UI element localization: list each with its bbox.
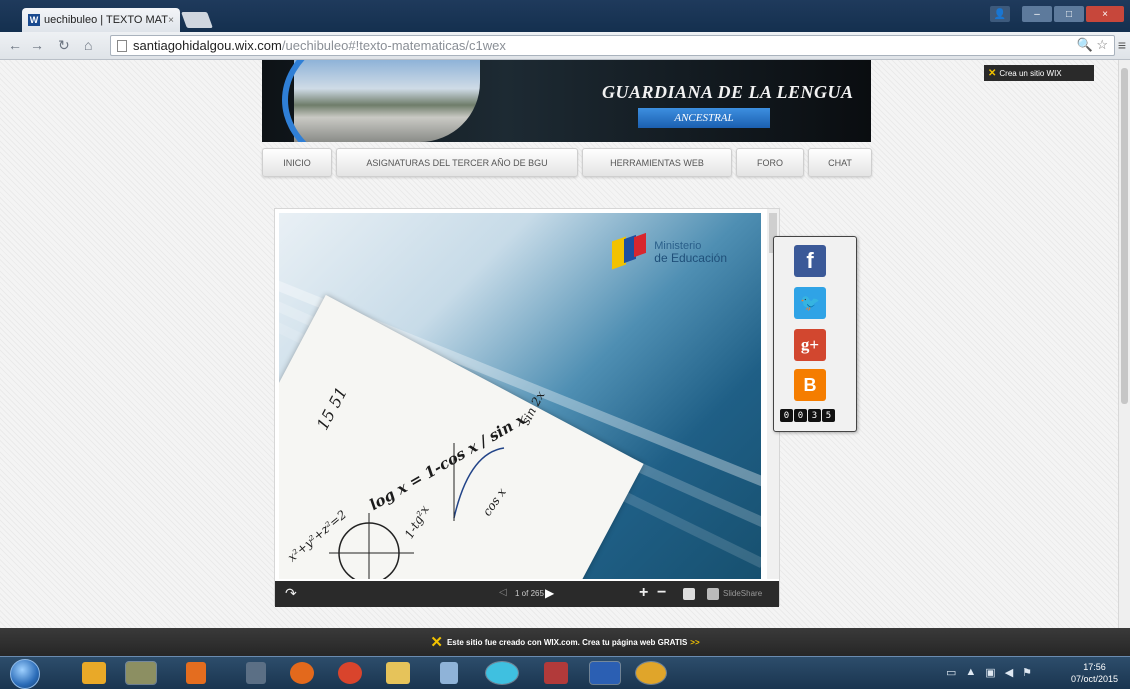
slideshare-controls: ↷ ◁ 1 of 265 ▶ + − SlideShare bbox=[275, 581, 779, 607]
page-viewport: ✕ Crea un sitio WIX GUARDIANA DE LA LENG… bbox=[0, 60, 1130, 656]
ecuador-flag-icon bbox=[612, 232, 648, 270]
counter-digit: 0 bbox=[780, 409, 793, 422]
tray-network-icon[interactable]: ▣ bbox=[985, 666, 995, 679]
wix-favicon-icon: W bbox=[28, 14, 40, 26]
browser-tab[interactable]: W uechibuleo | TEXTO MAT × bbox=[22, 8, 180, 32]
back-arrow-icon[interactable]: ← bbox=[8, 37, 22, 53]
tray-keyboard-icon[interactable]: ▭ bbox=[946, 666, 956, 679]
counter-digit: 3 bbox=[808, 409, 821, 422]
googleplus-share-icon[interactable]: g+ bbox=[794, 329, 826, 361]
logo-line-2: de Educación bbox=[654, 250, 727, 265]
wix-x-icon: ✕ bbox=[988, 67, 997, 79]
start-button-icon[interactable] bbox=[10, 659, 40, 689]
search-icon[interactable]: 🔍 bbox=[1077, 37, 1093, 52]
fullscreen-icon[interactable] bbox=[683, 588, 695, 600]
zoom-out-icon[interactable]: − bbox=[657, 584, 666, 602]
tray-volume-icon[interactable]: ◀ bbox=[1005, 666, 1013, 679]
next-slide-icon[interactable]: ▶ bbox=[545, 586, 554, 600]
nav-item-chat[interactable]: CHAT bbox=[808, 148, 872, 177]
banner-arc-decoration bbox=[282, 60, 502, 142]
browser-menu-icon[interactable]: ≡ bbox=[1118, 37, 1126, 53]
wix-create-site-badge[interactable]: ✕ Crea un sitio WIX bbox=[984, 65, 1094, 81]
clock-date: 07/oct/2015 bbox=[1070, 674, 1118, 684]
nav-item-herramientas-web[interactable]: HERRAMIENTAS WEB bbox=[582, 148, 732, 177]
network-app-icon[interactable] bbox=[246, 662, 266, 684]
app-icon[interactable] bbox=[440, 662, 458, 684]
counter-digit: 5 bbox=[822, 409, 835, 422]
wix-footer-text: Este sitio fue creado con WIX.com. Crea … bbox=[446, 637, 688, 647]
new-tab-button[interactable] bbox=[181, 12, 213, 28]
slideshare-brand[interactable]: SlideShare bbox=[723, 589, 762, 598]
twitter-share-icon[interactable]: 🐦 bbox=[794, 287, 826, 319]
firefox-icon[interactable] bbox=[290, 662, 314, 684]
chrome-icon[interactable] bbox=[338, 662, 362, 684]
explorer-app-icon[interactable] bbox=[125, 661, 157, 685]
wix-footer-bar[interactable]: ✕ Este sitio fue creado con WIX.com. Cre… bbox=[0, 628, 1130, 656]
pdf-app-icon[interactable] bbox=[544, 662, 568, 684]
tab-title: uechibuleo | TEXTO MAT bbox=[44, 14, 168, 26]
nav-item-inicio[interactable]: INICIO bbox=[262, 148, 332, 177]
nav-item-foro[interactable]: FORO bbox=[736, 148, 804, 177]
ministerio-logo: Ministerio de Educación bbox=[612, 232, 727, 270]
unit-circle-sketch bbox=[329, 513, 414, 579]
tray-flag-icon[interactable]: ⚑ bbox=[1022, 666, 1032, 679]
files-app-icon[interactable] bbox=[386, 662, 410, 684]
browser-titlebar: W uechibuleo | TEXTO MAT × 👤 – □ × bbox=[0, 0, 1130, 32]
clock-time: 17:56 bbox=[1083, 662, 1106, 672]
page-icon bbox=[117, 39, 127, 52]
presentation-slide: 15 51 log x = 1-cos x / sin x sin 2x cos… bbox=[279, 213, 761, 579]
media-app-icon[interactable] bbox=[186, 662, 206, 684]
facebook-share-icon[interactable]: f bbox=[794, 245, 826, 277]
banner-title: GUARDIANA DE LA LENGUA bbox=[602, 82, 854, 102]
site-banner: GUARDIANA DE LA LENGUA ANCESTRAL bbox=[262, 60, 871, 142]
forward-arrow-icon[interactable]: → bbox=[30, 37, 44, 53]
reload-icon[interactable]: ↻ bbox=[58, 37, 70, 54]
url-path: /uechibuleo#!texto-matematicas/c1wex bbox=[281, 38, 506, 53]
zoom-in-icon[interactable]: + bbox=[639, 584, 648, 602]
address-bar[interactable]: santiagohidalgou.wix.com /uechibuleo#!te… bbox=[110, 35, 1115, 56]
tab-close-icon[interactable]: × bbox=[168, 15, 174, 26]
wix-x-icon: ✕ bbox=[430, 634, 443, 651]
share-counter: 0 0 3 5 bbox=[780, 409, 835, 422]
wix-badge-label: Crea un sitio WIX bbox=[999, 68, 1062, 78]
word-icon[interactable] bbox=[589, 661, 621, 685]
folder-app-icon[interactable] bbox=[82, 662, 106, 684]
page-scrollbar[interactable] bbox=[1118, 60, 1130, 628]
counter-digit: 0 bbox=[794, 409, 807, 422]
wix-footer-arrows: >> bbox=[690, 637, 700, 647]
slideshare-logo-icon[interactable] bbox=[707, 588, 719, 600]
skype-icon[interactable] bbox=[485, 661, 519, 685]
chrome-active-icon[interactable] bbox=[635, 661, 667, 685]
window-controls: 👤 – □ × bbox=[990, 6, 1124, 22]
windows-taskbar: ▭ ▲ ▣ ◀ ⚑ 17:56 07/oct/2015 bbox=[0, 656, 1130, 689]
social-share-panel: f 🐦 g+ B 0 0 3 5 bbox=[773, 236, 857, 432]
nav-item-asignaturas[interactable]: ASIGNATURAS DEL TERCER AÑO DE BGU bbox=[336, 148, 578, 177]
browser-toolbar: ← → ↻ ⌂ santiagohidalgou.wix.com /uechib… bbox=[0, 32, 1130, 60]
system-clock[interactable]: 17:56 07/oct/2015 bbox=[1071, 661, 1118, 685]
system-tray: ▭ ▲ ▣ ◀ ⚑ bbox=[946, 666, 1032, 679]
bookmark-star-icon[interactable]: ☆ bbox=[1096, 37, 1108, 52]
url-host: santiagohidalgou.wix.com bbox=[133, 38, 282, 53]
slide-page-counter: 1 of 265 bbox=[515, 589, 544, 598]
blogger-share-icon[interactable]: B bbox=[794, 369, 826, 401]
user-profile-icon[interactable]: 👤 bbox=[990, 6, 1010, 22]
maximize-button[interactable]: □ bbox=[1054, 6, 1084, 22]
slideshare-embed[interactable]: 15 51 log x = 1-cos x / sin x sin 2x cos… bbox=[274, 208, 780, 607]
close-window-button[interactable]: × bbox=[1086, 6, 1124, 22]
home-icon[interactable]: ⌂ bbox=[84, 37, 92, 53]
share-arrow-icon[interactable]: ↷ bbox=[285, 585, 297, 602]
previous-slide-icon[interactable]: ◁ bbox=[499, 587, 507, 598]
tray-arrow-icon[interactable]: ▲ bbox=[965, 666, 976, 679]
site-nav-menu: INICIO ASIGNATURAS DEL TERCER AÑO DE BGU… bbox=[262, 148, 872, 177]
graph-sketch bbox=[453, 443, 505, 521]
banner-subtitle: ANCESTRAL bbox=[638, 108, 770, 128]
minimize-button[interactable]: – bbox=[1022, 6, 1052, 22]
